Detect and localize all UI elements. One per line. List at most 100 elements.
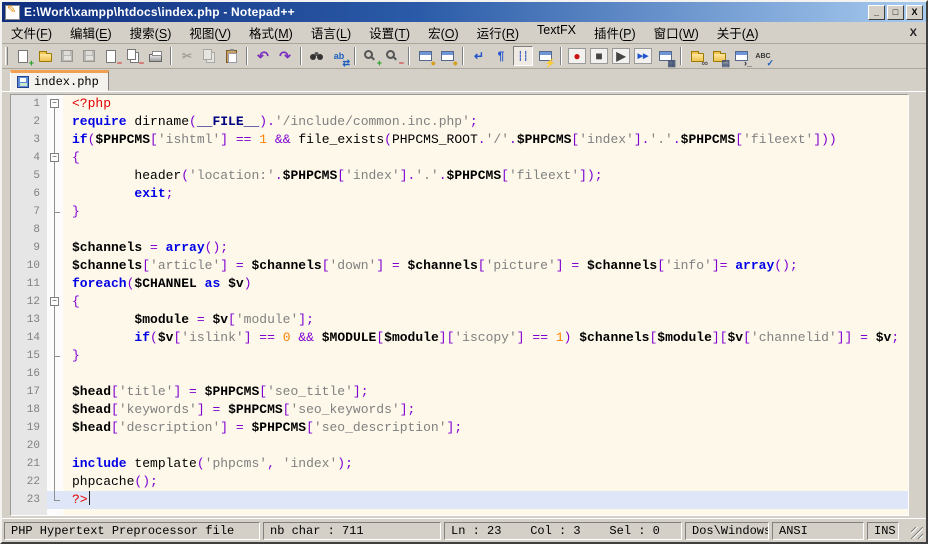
line-number[interactable]: 22 — [11, 473, 47, 491]
menu-item[interactable]: 视图(V) — [180, 20, 240, 45]
code-line[interactable]: 7} — [11, 203, 908, 221]
sync-horizontal-scroll-icon[interactable]: ● — [437, 46, 457, 66]
run-macro-multiple-icon[interactable]: ▶▶ — [634, 48, 652, 64]
line-number[interactable]: 10 — [11, 257, 47, 275]
zoom-out-icon[interactable]: − — [383, 46, 403, 66]
code-line[interactable]: 14 if($v['islink'] == 0 && $MODULE[$modu… — [11, 329, 908, 347]
function-list-icon[interactable]: ⚡ — [535, 46, 555, 66]
open-file-icon[interactable] — [35, 46, 55, 66]
save-file-icon[interactable] — [57, 46, 77, 66]
line-number[interactable]: 9 — [11, 239, 47, 257]
code-line[interactable]: 6 exit; — [11, 185, 908, 203]
line-number[interactable]: 16 — [11, 365, 47, 383]
redo-icon[interactable]: ↷ — [275, 46, 295, 66]
fold-collapse-icon[interactable]: − — [47, 95, 63, 113]
sync-vertical-scroll-icon[interactable]: ● — [415, 46, 435, 66]
save-macro-icon[interactable]: ▦ — [655, 46, 675, 66]
code-line[interactable]: 17$head['title'] = $PHPCMS['seo_title']; — [11, 383, 908, 401]
menu-item[interactable]: 设置(T) — [360, 20, 419, 45]
line-number[interactable]: 19 — [11, 419, 47, 437]
close-file-icon[interactable]: − — [101, 46, 121, 66]
line-number[interactable]: 5 — [11, 167, 47, 185]
fold-collapse-icon[interactable]: − — [47, 293, 63, 311]
menu-item[interactable]: 语言(L) — [302, 20, 360, 45]
show-all-characters-icon[interactable]: ¶ — [491, 46, 511, 66]
code-editor[interactable]: 1−<?php2require dirname(__FILE__).'/incl… — [10, 94, 909, 516]
fold-collapse-icon[interactable]: − — [47, 149, 63, 167]
code-line[interactable]: 23?> — [11, 491, 908, 509]
spell-check-icon[interactable]: ABC✓ — [753, 46, 773, 66]
code-line[interactable]: 11foreach($CHANNEL as $v) — [11, 275, 908, 293]
menu-item[interactable]: 搜索(S) — [121, 20, 181, 45]
code-line[interactable]: 21include template('phpcms', 'index'); — [11, 455, 908, 473]
close-all-icon[interactable]: − — [123, 46, 143, 66]
code-line[interactable]: 18$head['keywords'] = $PHPCMS['seo_keywo… — [11, 401, 908, 419]
line-number[interactable]: 11 — [11, 275, 47, 293]
code-line[interactable]: 2require dirname(__FILE__).'/include/com… — [11, 113, 908, 131]
code-line[interactable]: 22phpcache(); — [11, 473, 908, 491]
code-line[interactable]: 20 — [11, 437, 908, 455]
line-number[interactable]: 7 — [11, 203, 47, 221]
menu-item[interactable]: 关于(A) — [708, 20, 768, 45]
menu-item[interactable]: 宏(O) — [419, 20, 468, 45]
close-document-icon[interactable]: X — [901, 27, 926, 39]
word-wrap-icon[interactable]: ↵ — [469, 46, 489, 66]
code-line[interactable]: 3if($PHPCMS['ishtml'] == 1 && file_exist… — [11, 131, 908, 149]
line-number[interactable]: 4 — [11, 149, 47, 167]
code-line[interactable]: 4−{ — [11, 149, 908, 167]
code-line[interactable]: 15} — [11, 347, 908, 365]
zoom-in-icon[interactable]: + — [361, 46, 381, 66]
line-number[interactable]: 14 — [11, 329, 47, 347]
tab-index-php[interactable]: index.php — [10, 70, 109, 91]
line-number[interactable]: 21 — [11, 455, 47, 473]
menu-item[interactable]: 文件(F) — [2, 20, 61, 45]
menu-item[interactable]: TextFX — [528, 20, 585, 45]
line-number[interactable]: 8 — [11, 221, 47, 239]
line-number[interactable]: 2 — [11, 113, 47, 131]
save-all-icon[interactable] — [79, 46, 99, 66]
code-line[interactable]: 9$channels = array(); — [11, 239, 908, 257]
menu-item[interactable]: 插件(P) — [585, 20, 645, 45]
line-number[interactable]: 17 — [11, 383, 47, 401]
line-number[interactable]: 13 — [11, 311, 47, 329]
code-line[interactable]: 13 $module = $v['module']; — [11, 311, 908, 329]
menu-item[interactable]: 格式(M) — [240, 20, 302, 45]
launch-console-icon[interactable]: ›_ — [731, 46, 751, 66]
menu-item[interactable]: 编辑(E) — [61, 20, 121, 45]
record-macro-icon[interactable]: ● — [568, 48, 586, 64]
code-line[interactable]: 1−<?php — [11, 95, 908, 113]
minimize-button[interactable]: _ — [868, 5, 885, 20]
line-number[interactable]: 15 — [11, 347, 47, 365]
print-icon[interactable] — [145, 46, 165, 66]
undo-icon[interactable]: ↶ — [253, 46, 273, 66]
cut-icon[interactable]: ✂ — [177, 46, 197, 66]
code-line[interactable]: 19$head['description'] = $PHPCMS['seo_de… — [11, 419, 908, 437]
line-number[interactable]: 6 — [11, 185, 47, 203]
copy-icon[interactable] — [199, 46, 219, 66]
replace-icon[interactable]: ab⇄ — [329, 46, 349, 66]
new-file-icon[interactable]: + — [13, 46, 33, 66]
line-number[interactable]: 12 — [11, 293, 47, 311]
paste-icon[interactable] — [221, 46, 241, 66]
line-number[interactable]: 3 — [11, 131, 47, 149]
find-icon[interactable] — [307, 46, 327, 66]
code-line[interactable]: 5 header('location:'.$PHPCMS['index'].'.… — [11, 167, 908, 185]
resize-grip[interactable] — [902, 521, 924, 540]
line-number[interactable]: 23 — [11, 491, 47, 509]
maximize-button[interactable]: □ — [887, 5, 904, 20]
line-number[interactable]: 18 — [11, 401, 47, 419]
menu-item[interactable]: 窗口(W) — [645, 20, 708, 45]
close-button[interactable]: X — [906, 5, 923, 20]
code-line[interactable]: 8 — [11, 221, 908, 239]
stop-recording-icon[interactable]: ■ — [590, 48, 608, 64]
open-containing-folder-icon[interactable]: ∞ — [687, 46, 707, 66]
code-line[interactable]: 10$channels['article'] = $channels['down… — [11, 257, 908, 275]
menu-item[interactable]: 运行(R) — [468, 20, 528, 45]
indent-guide-icon[interactable]: ┆┆ — [513, 46, 533, 66]
code-line[interactable]: 16 — [11, 365, 908, 383]
line-number[interactable]: 20 — [11, 437, 47, 455]
play-macro-icon[interactable]: ▶ — [612, 48, 630, 64]
open-document-folder-icon[interactable]: ▤ — [709, 46, 729, 66]
code-line[interactable]: 12−{ — [11, 293, 908, 311]
line-number[interactable]: 1 — [11, 95, 47, 113]
